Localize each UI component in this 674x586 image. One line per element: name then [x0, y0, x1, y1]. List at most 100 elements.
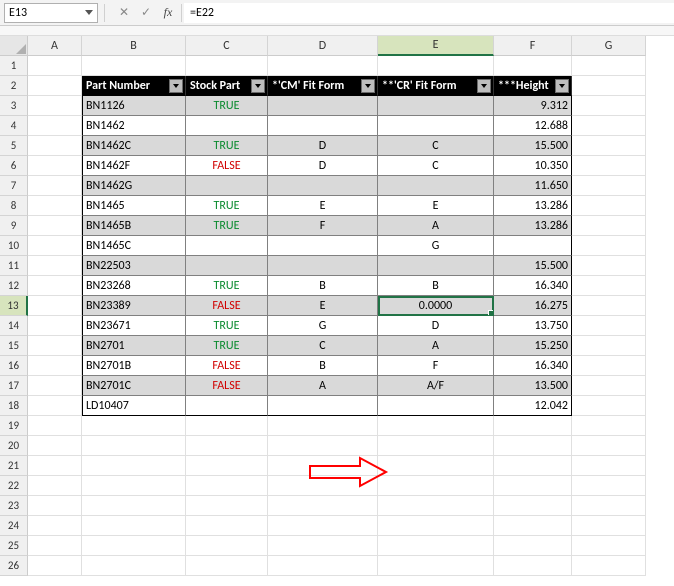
- cell-cr-fit[interactable]: A: [378, 336, 494, 356]
- cell-part-number[interactable]: BN1462: [82, 116, 186, 136]
- cell-C26[interactable]: [186, 556, 268, 576]
- cell-part-number[interactable]: BN1462F: [82, 156, 186, 176]
- cell-stock-part[interactable]: FALSE: [186, 356, 268, 376]
- cell-stock-part[interactable]: TRUE: [186, 136, 268, 156]
- cell-stock-part[interactable]: [186, 176, 268, 196]
- cell-G25[interactable]: [572, 536, 646, 556]
- cell-A18[interactable]: [28, 396, 82, 416]
- row-header-17[interactable]: 17: [0, 376, 28, 396]
- cell-cm-fit[interactable]: D: [268, 136, 378, 156]
- cell-G21[interactable]: [572, 456, 646, 476]
- cell-G11[interactable]: [572, 256, 646, 276]
- cell-height[interactable]: 13.500: [494, 376, 572, 396]
- cell-A3[interactable]: [28, 96, 82, 116]
- cell-G19[interactable]: [572, 416, 646, 436]
- row-header-9[interactable]: 9: [0, 216, 28, 236]
- cell-B22[interactable]: [82, 476, 186, 496]
- cell-D1[interactable]: [268, 56, 378, 76]
- row-header-11[interactable]: 11: [0, 256, 28, 276]
- row-header-23[interactable]: 23: [0, 496, 28, 516]
- cell-G5[interactable]: [572, 136, 646, 156]
- column-header-B[interactable]: B: [82, 36, 186, 56]
- column-header-C[interactable]: C: [186, 36, 268, 56]
- cell-height[interactable]: 10.350: [494, 156, 572, 176]
- cell-cm-fit[interactable]: B: [268, 356, 378, 376]
- cell-A21[interactable]: [28, 456, 82, 476]
- cell-F19[interactable]: [494, 416, 572, 436]
- row-header-25[interactable]: 25: [0, 536, 28, 556]
- cell-D22[interactable]: [268, 476, 378, 496]
- cell-part-number[interactable]: BN2701B: [82, 356, 186, 376]
- row-header-3[interactable]: 3: [0, 96, 28, 116]
- cell-A4[interactable]: [28, 116, 82, 136]
- cell-cr-fit[interactable]: C: [378, 136, 494, 156]
- formula-input[interactable]: =E22: [184, 3, 674, 23]
- cell-C21[interactable]: [186, 456, 268, 476]
- cell-stock-part[interactable]: FALSE: [186, 156, 268, 176]
- filter-dropdown-icon[interactable]: [361, 79, 375, 93]
- row-header-7[interactable]: 7: [0, 176, 28, 196]
- cell-stock-part[interactable]: TRUE: [186, 216, 268, 236]
- column-header-E[interactable]: E: [378, 36, 494, 56]
- cell-cr-fit[interactable]: C: [378, 156, 494, 176]
- cell-part-number[interactable]: BN1462G: [82, 176, 186, 196]
- cell-C22[interactable]: [186, 476, 268, 496]
- cell-G20[interactable]: [572, 436, 646, 456]
- cell-height[interactable]: 16.340: [494, 276, 572, 296]
- cell-A20[interactable]: [28, 436, 82, 456]
- cell-cr-fit[interactable]: E: [378, 196, 494, 216]
- cell-cm-fit[interactable]: B: [268, 276, 378, 296]
- row-header-8[interactable]: 8: [0, 196, 28, 216]
- cell-cm-fit[interactable]: C: [268, 336, 378, 356]
- cell-cm-fit[interactable]: E: [268, 296, 378, 316]
- cell-A15[interactable]: [28, 336, 82, 356]
- cell-B20[interactable]: [82, 436, 186, 456]
- cell-cr-fit[interactable]: 0.0000: [378, 296, 494, 316]
- row-header-19[interactable]: 19: [0, 416, 28, 436]
- fx-button[interactable]: fx: [157, 3, 179, 23]
- cell-stock-part[interactable]: [186, 396, 268, 416]
- select-all-corner[interactable]: [0, 36, 28, 56]
- cell-part-number[interactable]: BN1465: [82, 196, 186, 216]
- table-header-cmFit[interactable]: *'CM' Fit Form: [268, 76, 378, 96]
- cell-G23[interactable]: [572, 496, 646, 516]
- cell-A17[interactable]: [28, 376, 82, 396]
- cell-cr-fit[interactable]: G: [378, 236, 494, 256]
- row-header-1[interactable]: 1: [0, 56, 28, 76]
- cell-B19[interactable]: [82, 416, 186, 436]
- cell-part-number[interactable]: BN23268: [82, 276, 186, 296]
- row-header-4[interactable]: 4: [0, 116, 28, 136]
- cell-part-number[interactable]: BN2701C: [82, 376, 186, 396]
- cell-D24[interactable]: [268, 516, 378, 536]
- cell-E25[interactable]: [378, 536, 494, 556]
- cell-D23[interactable]: [268, 496, 378, 516]
- cell-cm-fit[interactable]: [268, 236, 378, 256]
- cell-stock-part[interactable]: [186, 236, 268, 256]
- cell-height[interactable]: 11.650: [494, 176, 572, 196]
- cell-G4[interactable]: [572, 116, 646, 136]
- table-header-crFit[interactable]: **'CR' Fit Form: [378, 76, 494, 96]
- cell-A12[interactable]: [28, 276, 82, 296]
- cell-cr-fit[interactable]: [378, 116, 494, 136]
- cell-G15[interactable]: [572, 336, 646, 356]
- cell-E20[interactable]: [378, 436, 494, 456]
- cell-E24[interactable]: [378, 516, 494, 536]
- cell-stock-part[interactable]: TRUE: [186, 336, 268, 356]
- cell-cr-fit[interactable]: F: [378, 356, 494, 376]
- cell-D19[interactable]: [268, 416, 378, 436]
- cell-E26[interactable]: [378, 556, 494, 576]
- cell-F22[interactable]: [494, 476, 572, 496]
- cell-E1[interactable]: [378, 56, 494, 76]
- cell-stock-part[interactable]: TRUE: [186, 96, 268, 116]
- cell-cr-fit[interactable]: A: [378, 216, 494, 236]
- cell-cm-fit[interactable]: F: [268, 216, 378, 236]
- row-header-14[interactable]: 14: [0, 316, 28, 336]
- filter-dropdown-icon[interactable]: [169, 79, 183, 93]
- confirm-button[interactable]: ✓: [135, 3, 157, 23]
- cell-B23[interactable]: [82, 496, 186, 516]
- row-header-22[interactable]: 22: [0, 476, 28, 496]
- cell-height[interactable]: 9.312: [494, 96, 572, 116]
- cell-height[interactable]: 16.275: [494, 296, 572, 316]
- cell-G24[interactable]: [572, 516, 646, 536]
- row-header-20[interactable]: 20: [0, 436, 28, 456]
